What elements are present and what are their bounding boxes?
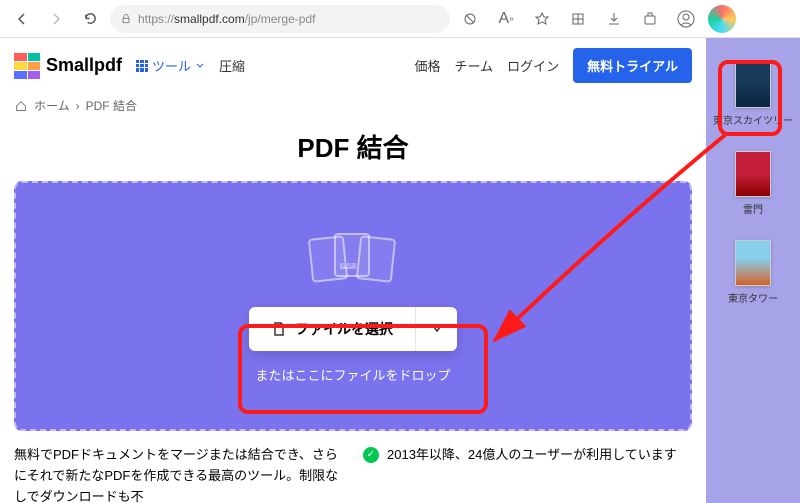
extensions-icon[interactable]: [636, 5, 664, 33]
url-bar[interactable]: https://smallpdf.com/jp/merge-pdf: [110, 5, 450, 33]
grid-icon: [136, 60, 148, 72]
logo[interactable]: Smallpdf: [14, 53, 122, 79]
chevron-down-icon: [195, 61, 205, 71]
stats-text: 2013年以降、24億人のユーザーが利用しています: [387, 445, 677, 503]
select-file-button[interactable]: ファイルを選択: [249, 307, 415, 351]
file-label: 雷門: [743, 201, 763, 216]
page-title: PDF 結合: [0, 128, 706, 165]
document-stack-icon: PDF: [308, 229, 398, 289]
read-aloud-icon[interactable]: A»: [492, 5, 520, 33]
chevron-down-icon: [431, 323, 443, 335]
file-thumbnail-icon: [735, 62, 771, 108]
file-thumbnail-icon: [735, 151, 771, 197]
home-icon: [14, 99, 28, 113]
breadcrumb-current: PDF 結合: [86, 97, 137, 114]
profile-icon[interactable]: [672, 5, 700, 33]
check-icon: ✓: [363, 447, 379, 463]
description-text: 無料でPDFドキュメントをマージまたは結合でき、さらにそれで新たなPDFを作成で…: [14, 445, 343, 503]
file-label: 東京スカイツリー: [713, 112, 793, 127]
desktop-file[interactable]: 東京スカイツリー: [713, 62, 793, 127]
breadcrumb: ホーム › PDF 結合: [0, 93, 706, 118]
select-file-dropdown[interactable]: [415, 307, 457, 351]
file-label: 東京タワー: [728, 290, 778, 305]
nav-price[interactable]: 価格: [414, 56, 440, 75]
nav-login[interactable]: ログイン: [507, 56, 559, 75]
nav-tool[interactable]: ツール: [136, 56, 205, 75]
copilot-icon[interactable]: [708, 5, 736, 33]
desktop-file[interactable]: 東京タワー: [728, 240, 778, 305]
dropzone[interactable]: PDF ファイルを選択 またはここにファイルをドロップ: [14, 181, 692, 431]
file-icon: [271, 321, 287, 337]
desktop-file[interactable]: 雷門: [735, 151, 771, 216]
favorite-icon[interactable]: [528, 5, 556, 33]
logo-mark-icon: [14, 53, 40, 79]
page-content: Smallpdf ツール 圧縮 価格 チーム ログイン 無料トライアル ホーム …: [0, 38, 706, 503]
forward-button[interactable]: [42, 5, 70, 33]
logo-text: Smallpdf: [46, 55, 122, 76]
downloads-icon[interactable]: [600, 5, 628, 33]
back-button[interactable]: [8, 5, 36, 33]
drop-text: またはここにファイルをドロップ: [255, 365, 450, 384]
file-thumbnail-icon: [735, 240, 771, 286]
collections-icon[interactable]: [564, 5, 592, 33]
nav-compress[interactable]: 圧縮: [219, 56, 245, 75]
refresh-button[interactable]: [76, 5, 104, 33]
desktop-area: 東京スカイツリー 雷門 東京タワー: [706, 38, 800, 503]
url-text: https://smallpdf.com/jp/merge-pdf: [138, 12, 315, 26]
nav-team[interactable]: チーム: [454, 56, 493, 75]
tracking-icon[interactable]: [456, 5, 484, 33]
breadcrumb-home[interactable]: ホーム: [34, 97, 70, 114]
trial-button[interactable]: 無料トライアル: [573, 48, 692, 83]
lock-icon: [120, 13, 132, 25]
